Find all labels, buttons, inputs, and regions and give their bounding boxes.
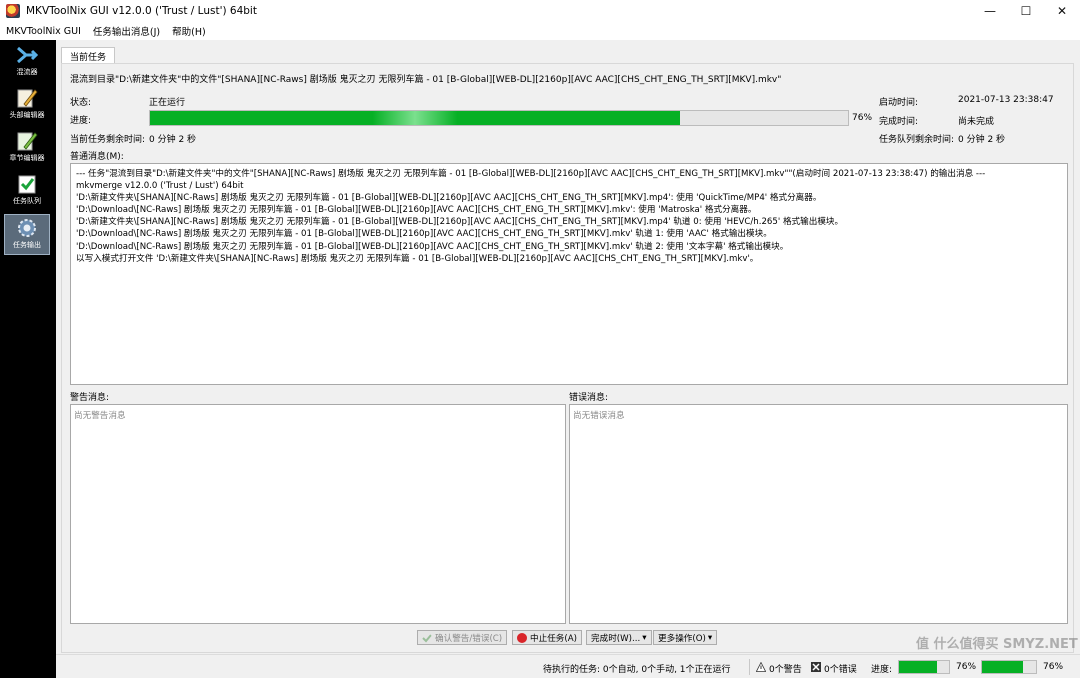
acknowledge-warnings-button[interactable]: 确认警告/错误(C) [417,630,508,645]
warning-triangle-icon [756,662,766,672]
warnings-placeholder: 尚无警告消息 [74,411,126,421]
watermark: 值 什么值得买 SMYZ.NET [916,637,1078,652]
log-line: mkvmerge v12.0.0 ('Trust / Lust') 64bit [76,181,244,192]
remaining-time-label: 当前任务剩余时间: [70,135,146,145]
warnings-box[interactable]: 尚无警告消息 [70,404,566,624]
start-time-value: 2021-07-13 23:38:47 [958,95,1054,105]
app-icon [6,4,20,18]
tool-selector-sidebar: 混流器 头部编辑器 章节编辑器 任务队列 任务输出 [0,40,56,678]
sidebar-item-chapter-editor[interactable]: 章节编辑器 [4,128,50,169]
queue-remaining-value: 0 分钟 2 秒 [958,135,1006,145]
window-title: MKVToolNix GUI v12.0.0 ('Trust / Lust') … [26,5,257,17]
status-value: 正在运行 [149,98,186,108]
sidebar-label-job-queue: 任务队列 [13,197,41,205]
job-progress-fill [150,111,681,125]
log-line: 'D:\Download\[NC-Raws] 剧场版 鬼灭之刃 无限列车篇 - … [76,205,757,216]
window-controls: — ☐ ✕ [972,0,1080,22]
sidebar-label-header-editor: 头部编辑器 [9,111,45,119]
general-messages-box[interactable]: --- 任务"混流到目录"D:\新建文件夹"中的文件"[SHANA][NC-Ra… [70,163,1068,385]
more-actions-label: 更多操作(O) [658,633,706,644]
sidebar-label-chapter-editor: 章节编辑器 [9,154,45,162]
menu-mkvtoolnix[interactable]: MKVToolNix GUI [0,26,87,37]
queue-remaining-label: 任务队列剩余时间: [879,135,955,145]
errors-placeholder: 尚无错误消息 [573,411,625,421]
errors-box[interactable]: 尚无错误消息 [569,404,1068,624]
finish-time-value: 尚未完成 [958,117,995,127]
overall-progress-text: 76% [956,662,977,672]
merge-arrow-icon [17,46,38,64]
general-messages-label: 普通消息(M): [70,152,124,162]
error-count: 0个错误 [824,665,857,675]
log-line: 'D:\新建文件夹\[SHANA][NC-Raws] 剧场版 鬼灭之刃 无限列车… [76,217,844,228]
sidebar-label-merge: 混流器 [16,68,38,76]
tab-current-job[interactable]: 当前任务 [61,47,116,64]
log-line: 'D:\新建文件夹\[SHANA][NC-Raws] 剧场版 鬼灭之刃 无限列车… [76,193,822,204]
log-line: 'D:\Download\[NC-Raws] 剧场版 鬼灭之刃 无限列车篇 - … [76,229,772,240]
acknowledge-label: 确认警告/错误(C) [435,633,503,644]
pending-jobs-text: 待执行的任务: 0个自动, 0个手动, 1个正在运行 [543,665,731,675]
when-finished-button[interactable]: 完成时(W)... ▾ [586,630,652,645]
dropdown-arrow-icon: ▾ [642,632,647,643]
sidebar-item-job-output[interactable]: 任务输出 [4,214,50,255]
sidebar-item-header-editor[interactable]: 头部编辑器 [4,85,50,126]
job-queue-check-icon [18,175,36,194]
job-output-gear-icon [18,219,36,237]
abort-job-button[interactable]: 中止任务(A) [512,630,582,645]
progress-label: 进度: [70,116,92,126]
overall-progress-bar [898,660,950,674]
sidebar-item-merge[interactable]: 混流器 [4,42,50,83]
title-bar: MKVToolNix GUI v12.0.0 ('Trust / Lust') … [0,0,1080,22]
menu-help[interactable]: 帮助(H) [166,24,212,38]
status-label: 状态: [70,98,92,108]
stop-icon [517,632,527,643]
chapter-editor-pencil-icon [17,132,38,151]
current-progress-text: 76% [1043,662,1064,672]
log-line: 以写入模式打开文件 'D:\新建文件夹\[SHANA][NC-Raws] 剧场版… [76,253,759,264]
start-time-label: 启动时间: [879,98,919,108]
sidebar-item-job-queue[interactable]: 任务队列 [4,171,50,212]
errors-label: 错误消息: [569,393,609,403]
main-area: 当前任务 混流到目录"D:\新建文件夹"中的文件"[SHANA][NC-Raws… [56,40,1080,654]
log-line: 'D:\Download\[NC-Raws] 剧场版 鬼灭之刃 无限列车篇 - … [76,241,789,252]
menu-job-output[interactable]: 任务输出消息(J) [87,24,166,38]
minimize-button[interactable]: — [972,0,1008,22]
remaining-time-value: 0 分钟 2 秒 [149,135,197,145]
status-bar: 待执行的任务: 0个自动, 0个手动, 1个正在运行 0个警告 0个错误 进度:… [56,637,1080,678]
dropdown-arrow-icon: ▾ [707,632,713,643]
close-button[interactable]: ✕ [1044,0,1080,22]
warnings-label: 警告消息: [70,393,110,403]
job-progress-bar [149,110,849,126]
menu-bar: MKVToolNix GUI 任务输出消息(J) 帮助(H) [0,22,1080,40]
when-finished-label: 完成时(W)... [591,633,641,644]
more-actions-button[interactable]: 更多操作(O) ▾ [653,630,718,645]
warning-count: 0个警告 [769,665,802,675]
overall-progress-label: 进度: [871,665,893,675]
header-editor-pencil-icon [17,89,38,108]
status-separator [749,659,750,675]
maximize-button[interactable]: ☐ [1008,0,1044,22]
abort-label: 中止任务(A) [530,633,577,644]
log-line: --- 任务"混流到目录"D:\新建文件夹"中的文件"[SHANA][NC-Ra… [76,169,986,179]
current-job-panel: 混流到目录"D:\新建文件夹"中的文件"[SHANA][NC-Raws] 剧场版… [61,63,1074,653]
sidebar-label-job-output: 任务输出 [13,241,41,249]
current-progress-fill [982,661,1024,673]
job-description: 混流到目录"D:\新建文件夹"中的文件"[SHANA][NC-Raws] 剧场版… [70,75,782,85]
check-icon [422,633,432,642]
finish-time-label: 完成时间: [879,117,919,127]
current-progress-bar [981,660,1037,674]
error-x-icon [811,662,821,672]
progress-percent-text: 76% [852,113,873,123]
overall-progress-fill [899,661,937,673]
